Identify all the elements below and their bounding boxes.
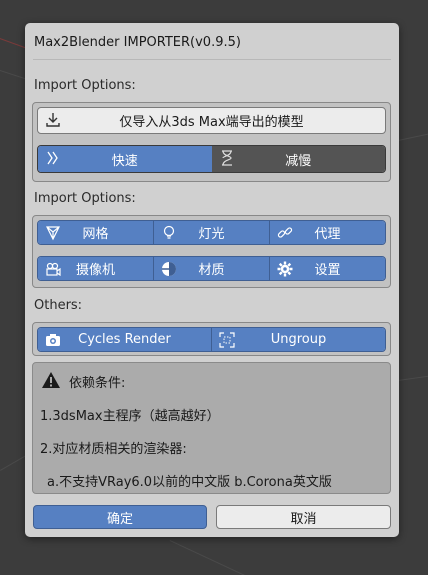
material-label: 材质: [198, 263, 225, 278]
mesh-icon: [44, 224, 62, 242]
grid-line: [169, 540, 279, 575]
camera-photo-icon: [44, 331, 62, 349]
cancel-button[interactable]: 取消: [216, 505, 391, 529]
speed-fast-label: 快速: [111, 153, 138, 169]
options-section-label: Import Options:: [34, 191, 136, 206]
material-sphere-icon: [160, 260, 178, 278]
requirement-line-3: a.不支持VRay6.0以前的中文版 b.Corona英文版: [47, 475, 332, 490]
others-section-label: Others:: [34, 298, 83, 313]
others-row: Cycles Render Ungroup: [37, 327, 386, 352]
requirements-panel: 依赖条件: 1.3dsMax主程序（越高越好） 2.对应材质相关的渲染器: a.…: [32, 362, 391, 494]
proxy-button[interactable]: 代理: [270, 221, 385, 244]
ungroup-icon: [218, 331, 236, 349]
speed-fast-option[interactable]: 快速: [38, 146, 212, 172]
gear-icon: [276, 260, 294, 278]
importer-dialog: Max2Blender IMPORTER(v0.9.5) Import Opti…: [25, 23, 399, 537]
import-models-label: 仅导入从3ds Max端导出的模型: [119, 115, 304, 130]
settings-button[interactable]: 设置: [270, 257, 385, 280]
import-box: 仅导入从3ds Max端导出的模型 快速 减慢: [32, 102, 391, 182]
options-row-2: 摄像机 材质 设置: [37, 256, 386, 281]
dialog-title: Max2Blender IMPORTER(v0.9.5): [34, 35, 241, 50]
title-divider: [33, 59, 391, 60]
mesh-button[interactable]: 网格: [38, 221, 154, 244]
grid-line: [398, 374, 428, 381]
cycles-render-button[interactable]: Cycles Render: [38, 328, 212, 351]
others-box: Cycles Render Ungroup: [32, 322, 391, 356]
ok-button[interactable]: 确定: [33, 505, 207, 529]
material-button[interactable]: 材质: [154, 257, 270, 280]
import-section-label: Import Options:: [34, 78, 136, 93]
ungroup-label: Ungroup: [270, 332, 327, 347]
light-button[interactable]: 灯光: [154, 221, 270, 244]
proxy-label: 代理: [314, 227, 341, 242]
hourglass-icon: [218, 149, 236, 167]
settings-label: 设置: [314, 263, 341, 278]
requirement-line-2: 2.对应材质相关的渲染器:: [40, 442, 187, 457]
ungroup-button[interactable]: Ungroup: [212, 328, 385, 351]
camera-label: 摄像机: [75, 263, 115, 278]
download-icon: [44, 111, 62, 129]
light-bulb-icon: [160, 224, 178, 242]
requirements-heading: 依赖条件:: [69, 376, 126, 391]
grid-line: [398, 131, 428, 141]
speed-toggle: 快速 减慢: [37, 145, 386, 173]
speed-slow-label: 减慢: [285, 153, 312, 169]
camera-button[interactable]: 摄像机: [38, 257, 154, 280]
light-label: 灯光: [198, 227, 225, 242]
fast-forward-icon: [44, 149, 62, 167]
link-icon: [276, 224, 294, 242]
speed-slow-option[interactable]: 减慢: [211, 146, 385, 172]
cycles-render-label: Cycles Render: [78, 332, 171, 347]
options-box: 网格 灯光 代理 摄像机 材质 设置: [32, 215, 391, 288]
mesh-label: 网格: [82, 227, 109, 242]
warning-icon: [41, 370, 61, 390]
import-models-button[interactable]: 仅导入从3ds Max端导出的模型: [37, 107, 386, 134]
options-row-1: 网格 灯光 代理: [37, 220, 386, 245]
requirement-line-1: 1.3dsMax主程序（越高越好）: [40, 409, 220, 424]
camera-icon: [44, 260, 62, 278]
